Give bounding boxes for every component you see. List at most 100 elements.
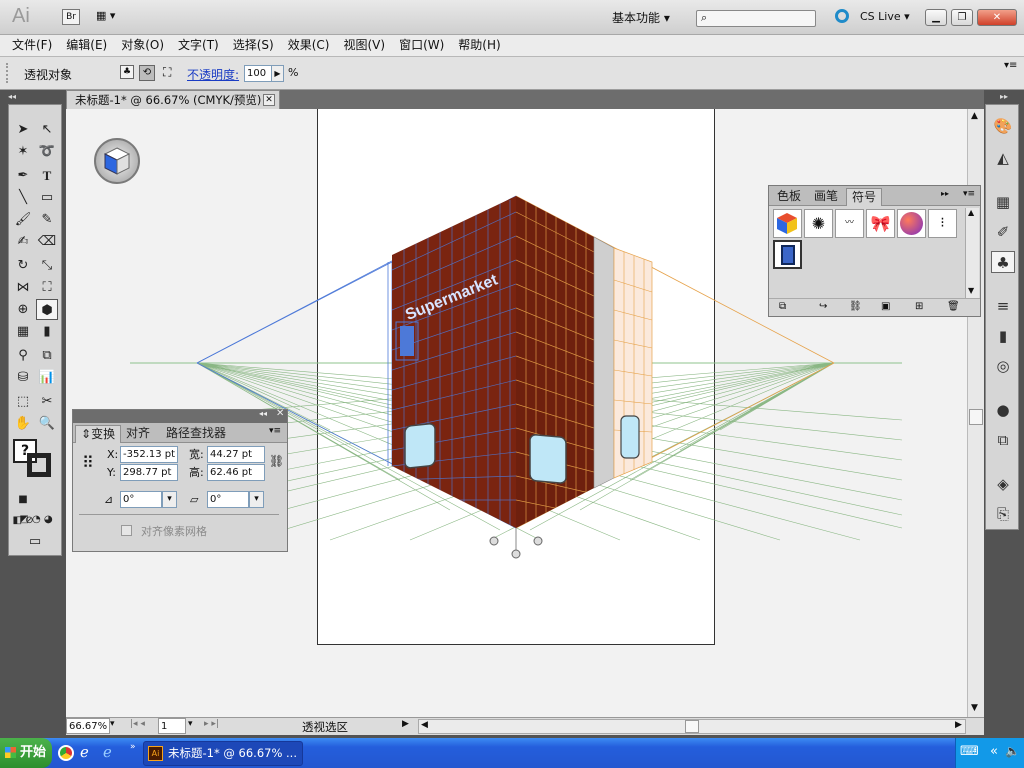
menu-edit[interactable]: 编辑(E)	[59, 35, 114, 56]
tab-transform[interactable]: ⇕变换	[75, 425, 122, 443]
restore-button[interactable]: ❐	[951, 9, 973, 26]
appearance-icon[interactable]: ●	[991, 399, 1015, 421]
start-button[interactable]: 开始	[0, 738, 52, 768]
collapse-left-icon[interactable]: ◂◂	[8, 92, 16, 101]
menu-view[interactable]: 视图(V)	[336, 35, 392, 56]
plane-switching-widget[interactable]	[94, 138, 140, 184]
blend-tool-icon[interactable]: ⧉	[36, 345, 58, 366]
transform-panel-collapse-icon[interactable]: ◂◂	[259, 409, 267, 418]
quicklaunch-more-icon[interactable]: »	[130, 742, 136, 752]
grid-handles[interactable]	[489, 528, 543, 559]
x-input[interactable]: -352.13 pt	[120, 446, 178, 463]
height-input[interactable]: 62.46 pt	[207, 464, 265, 481]
paintbrush-tool-icon[interactable]: 🖌	[12, 209, 34, 230]
artboard-number-field[interactable]: 1	[158, 718, 186, 734]
place-symbol-icon[interactable]: ↪	[819, 301, 827, 312]
constrain-proportions-icon[interactable]: ⛓	[269, 454, 284, 468]
close-document-icon[interactable]: ✕	[263, 94, 275, 106]
swatches-icon[interactable]: ▦	[991, 191, 1015, 213]
control-panel-menu-icon[interactable]: ▾≡	[1004, 60, 1017, 71]
symbols-scroll-down-icon[interactable]: ▼	[968, 286, 974, 295]
magic-wand-tool-icon[interactable]: ✶	[12, 141, 34, 162]
color-guide-icon[interactable]: ◭	[991, 147, 1015, 169]
menu-object[interactable]: 对象(O)	[114, 35, 171, 56]
color-mode-icon[interactable]: ■ ◧ ⊘	[12, 489, 34, 526]
symbol-sphere[interactable]	[897, 209, 926, 238]
width-input[interactable]: 44.27 pt	[207, 446, 265, 463]
mesh-tool-icon[interactable]: ▦	[12, 321, 34, 342]
horizontal-scrollbar[interactable]: ◀ ▶	[418, 719, 966, 734]
close-button[interactable]: ✕	[977, 9, 1017, 26]
menu-effect[interactable]: 效果(C)	[281, 35, 337, 56]
zoom-field[interactable]: 66.67%	[66, 718, 110, 734]
new-symbol-icon[interactable]: ⊞	[915, 301, 923, 312]
transform-panel-close-icon[interactable]: ✕	[276, 408, 284, 419]
symbol-sprayer-tool-icon[interactable]: ⛁	[12, 367, 34, 388]
search-input[interactable]: ⌕	[696, 10, 816, 27]
symbols-scroll-up-icon[interactable]: ▲	[968, 208, 974, 217]
menu-window[interactable]: 窗口(W)	[392, 35, 451, 56]
tray-expand-icon[interactable]: «	[990, 744, 998, 759]
opacity-label[interactable]: 不透明度:	[187, 66, 239, 83]
opacity-stepper[interactable]: ▶	[271, 65, 284, 82]
document-tab[interactable]: 未标题-1* @ 66.67% (CMYK/预览) ✕	[66, 90, 280, 109]
taskbar-illustrator-button[interactable]: Ai 未标题-1* @ 66.67% ...	[143, 741, 303, 766]
gradient-panel-icon[interactable]: ▮	[991, 325, 1015, 347]
tab-align[interactable]: 对齐	[121, 425, 155, 443]
free-transform-tool-icon[interactable]: ⛶	[36, 277, 58, 298]
browser-quicklaunch-icon[interactable]: ℯ	[103, 743, 112, 761]
menu-file[interactable]: 文件(F)	[5, 35, 59, 56]
next-artboard-icon[interactable]: ▸ ▸|	[204, 719, 219, 729]
gradient-tool-icon[interactable]: ▮	[36, 321, 58, 342]
rectangle-tool-icon[interactable]: ▭	[36, 187, 58, 208]
screen-mode-icon[interactable]: ▭	[24, 531, 46, 552]
artboard-tool-icon[interactable]: ⬚	[12, 391, 34, 412]
menu-type[interactable]: 文字(T)	[171, 35, 226, 56]
symbols-scrollbar[interactable]: ▲ ▼	[965, 208, 979, 298]
minimize-button[interactable]: ▁	[925, 9, 947, 26]
menu-select[interactable]: 选择(S)	[226, 35, 281, 56]
keyboard-tray-icon[interactable]: ⌨	[960, 744, 979, 759]
symbol-options-icon[interactable]: ▣	[881, 301, 890, 312]
pen-tool-icon[interactable]: ✒	[12, 165, 34, 186]
ie-quicklaunch-icon[interactable]: ℯ	[80, 743, 89, 761]
bridge-button[interactable]: Br	[62, 9, 80, 25]
graphic-styles-icon[interactable]: ⧉	[991, 429, 1015, 451]
status-menu-icon[interactable]: ▶	[402, 719, 409, 729]
transparency-icon[interactable]: ◎	[991, 355, 1015, 377]
rotate-tool-icon[interactable]: ↻	[12, 255, 34, 276]
symbol-ribbon[interactable]: 🎀	[866, 209, 895, 238]
line-tool-icon[interactable]: ╲	[12, 187, 34, 208]
shear-input[interactable]: 0°	[207, 491, 249, 508]
hand-tool-icon[interactable]: ✋	[12, 413, 34, 434]
reference-point-icon[interactable]: ⠿	[82, 454, 100, 472]
symbol-frame[interactable]: ⁝	[928, 209, 957, 238]
opacity-input[interactable]: 100	[244, 65, 272, 82]
color-panel-icon[interactable]: 🎨	[991, 115, 1015, 137]
perspective-grid-tool-icon[interactable]: ⬢	[36, 299, 58, 320]
eraser-tool-icon[interactable]: ⌫	[36, 231, 58, 252]
arrange-documents-button[interactable]: ▦ ▾	[96, 9, 130, 25]
pencil-tool-icon[interactable]: ✎	[36, 209, 58, 230]
tab-symbols[interactable]: 符号	[846, 188, 883, 206]
align-pixel-checkbox[interactable]	[121, 525, 132, 536]
menu-help[interactable]: 帮助(H)	[451, 35, 507, 56]
scroll-down-icon[interactable]: ▼	[971, 703, 978, 713]
shear-dropdown-icon[interactable]: ▾	[249, 491, 264, 508]
column-graph-tool-icon[interactable]: 📊	[36, 367, 58, 388]
transform-panel-menu-icon[interactable]: ▾≡	[269, 426, 281, 436]
drawing-mode-icon[interactable]: ◩ ◔ ◕	[12, 509, 60, 530]
symbol-cube[interactable]	[773, 209, 802, 238]
y-input[interactable]: 298.77 pt	[120, 464, 178, 481]
perspective-icon-2[interactable]: ⟲	[139, 65, 155, 81]
symbol-banner[interactable]: 〰	[835, 209, 864, 238]
collapse-right-icon[interactable]: ▸▸	[1000, 92, 1008, 101]
eyedropper-tool-icon[interactable]: ⚲	[12, 345, 34, 366]
shape-builder-tool-icon[interactable]: ⊕	[12, 299, 34, 320]
brushes-icon[interactable]: ✐	[991, 221, 1015, 243]
panel-collapse-icon[interactable]: ▸▸	[941, 189, 949, 198]
symbols-icon[interactable]: ♣	[991, 251, 1015, 273]
zoom-dropdown-icon[interactable]: ▾	[110, 719, 115, 729]
slice-tool-icon[interactable]: ✂	[36, 391, 58, 412]
perspective-icon-1[interactable]: ♣	[120, 65, 134, 79]
